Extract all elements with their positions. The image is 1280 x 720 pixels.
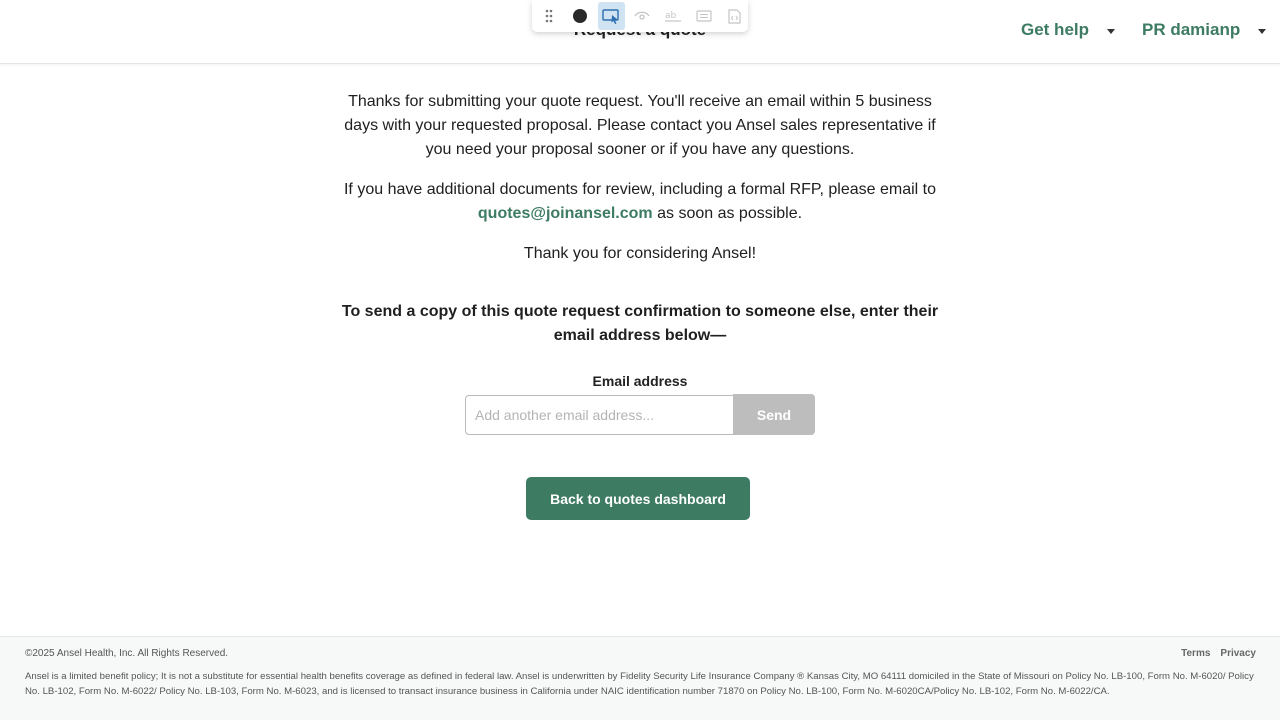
footer: ©2025 Ansel Health, Inc. All Rights Rese… xyxy=(0,636,1280,720)
legal-disclaimer: Ansel is a limited benefit policy; It is… xyxy=(25,671,1254,697)
user-menu[interactable]: PR damianp xyxy=(1142,20,1267,40)
additional-documents-text: If you have additional documents for rev… xyxy=(343,181,937,198)
select-element-icon[interactable] xyxy=(597,2,625,30)
caret-down-icon xyxy=(1258,28,1267,34)
email-address-input[interactable] xyxy=(465,395,735,435)
email-address-label: Email address xyxy=(592,373,688,389)
get-help-menu[interactable]: Get help xyxy=(1021,20,1116,40)
send-button[interactable]: Send xyxy=(733,394,815,435)
user-menu-label: PR damianp xyxy=(1142,20,1241,39)
terms-link[interactable]: Terms xyxy=(1181,648,1210,659)
footer-links: Terms Privacy xyxy=(1181,648,1256,659)
svg-text:ab: ab xyxy=(665,11,677,21)
copyright-text: ©2025 Ansel Health, Inc. All Rights Rese… xyxy=(25,648,229,659)
get-help-label: Get help xyxy=(1021,20,1090,39)
back-to-dashboard-button[interactable]: Back to quotes dashboard xyxy=(526,477,750,520)
additional-documents-text-end: as soon as possible. xyxy=(652,205,803,222)
text-style-icon[interactable]: ab xyxy=(659,2,686,30)
additional-documents-message: If you have additional documents for rev… xyxy=(330,178,950,226)
devtools-toolbar: ab xyxy=(532,0,748,32)
quotes-email-link[interactable]: quotes@joinansel.com xyxy=(478,205,653,222)
confirmation-message: Thanks for submitting your quote request… xyxy=(344,93,936,158)
drag-handle-icon[interactable] xyxy=(536,2,563,30)
thank-you-message: Thank you for considering Ansel! xyxy=(523,245,757,262)
privacy-link[interactable]: Privacy xyxy=(1220,648,1256,659)
caret-down-icon xyxy=(1107,28,1116,34)
record-icon[interactable] xyxy=(567,2,594,30)
send-copy-heading: To send a copy of this quote request con… xyxy=(341,303,939,344)
eye-icon[interactable] xyxy=(629,2,656,30)
text-block-icon[interactable] xyxy=(690,2,717,30)
code-file-icon[interactable] xyxy=(721,2,748,30)
